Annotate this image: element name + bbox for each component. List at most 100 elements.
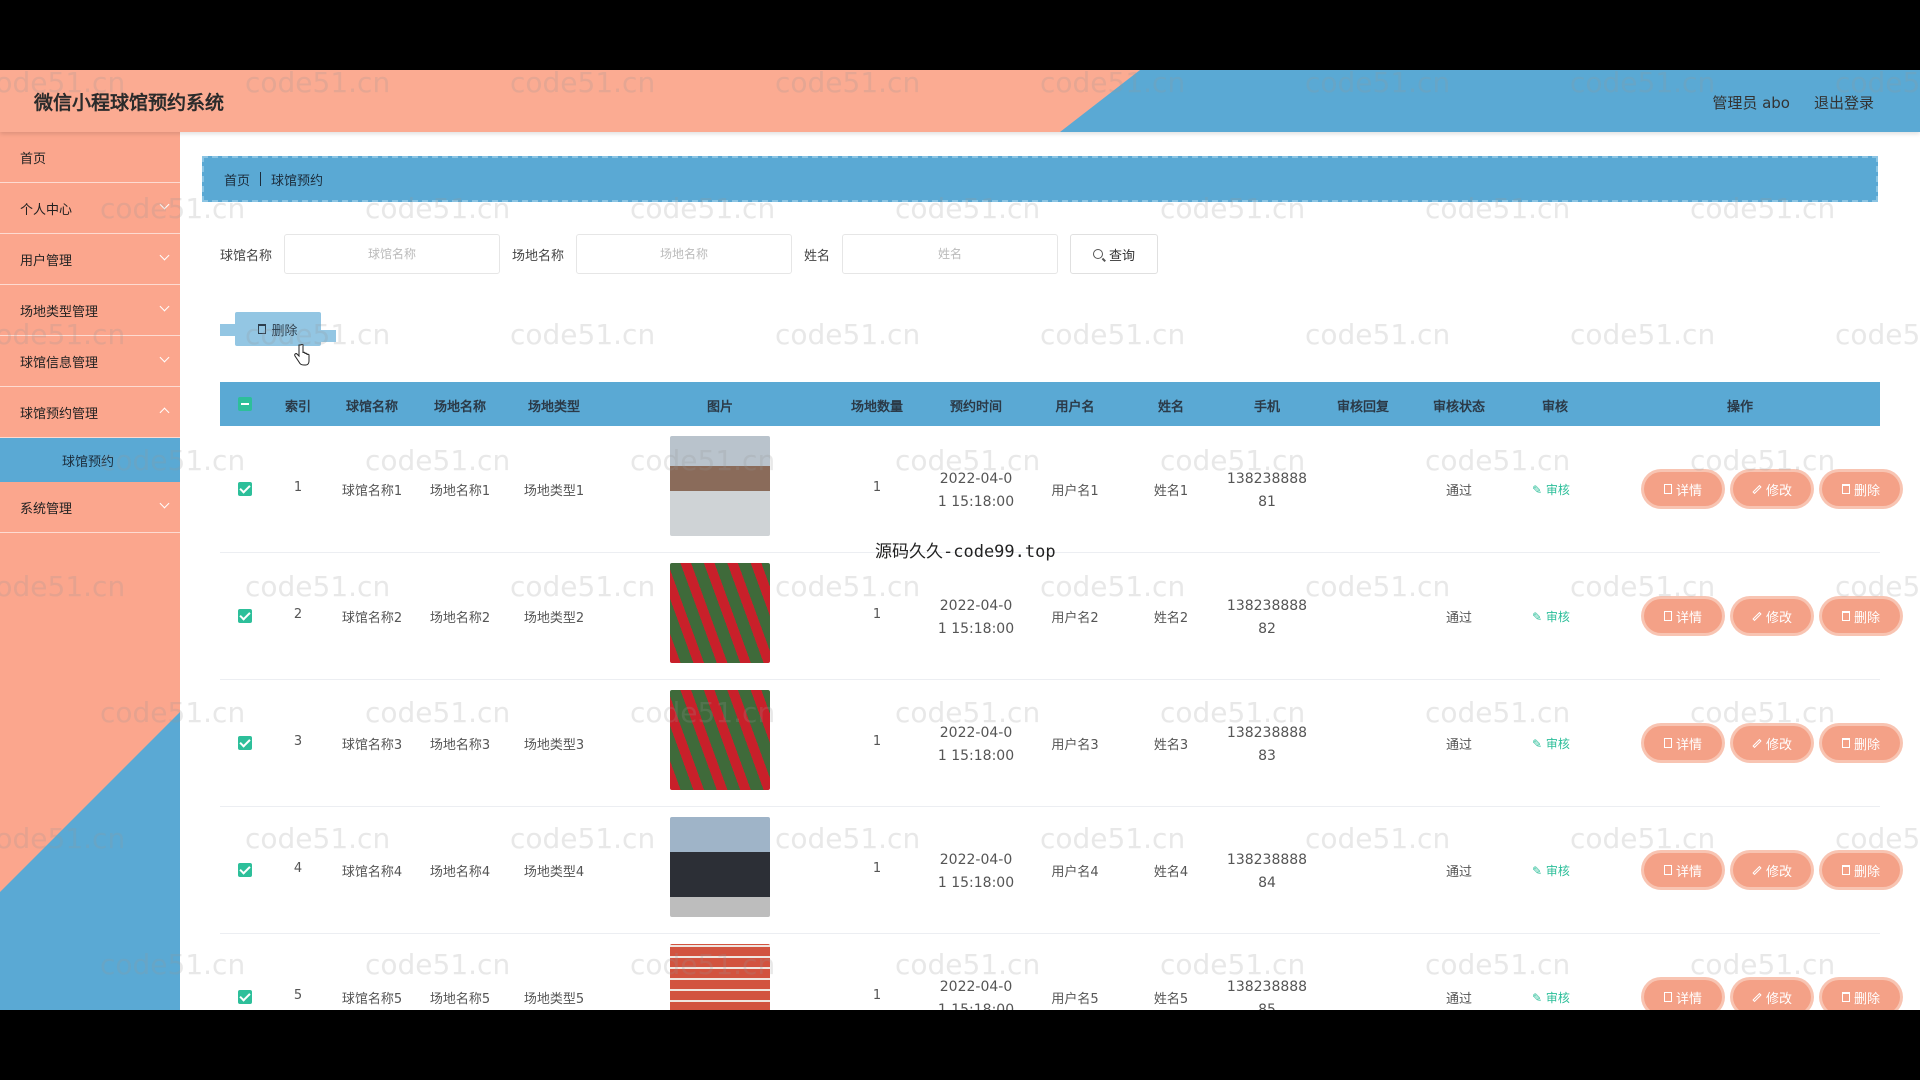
cell-name: 姓名5	[1153, 992, 1189, 1007]
delete-button[interactable]: 删除	[1822, 980, 1900, 1010]
cell-count: 1	[872, 861, 882, 876]
col-header-audit: 审核	[1541, 400, 1568, 415]
table-row[interactable]: 5 球馆名称5 场地名称5 场地类型5 1 2022-04-0 1 15:18:…	[220, 934, 1900, 1010]
table-row[interactable]: 4 球馆名称4 场地名称4 场地类型4 1 2022-04-0 1 15:18:…	[220, 807, 1900, 934]
detail-button[interactable]: 详情	[1644, 726, 1722, 760]
bulk-delete-button[interactable]: 删除	[235, 312, 321, 346]
col-header-status: 审核状态	[1432, 400, 1485, 415]
delete-button[interactable]: 删除	[1822, 472, 1900, 506]
col-header-username: 用户名	[1055, 400, 1095, 415]
cell-field: 场地名称2	[429, 611, 491, 626]
cell-phone: 138238888 85	[1222, 976, 1312, 1010]
detail-button[interactable]: 详情	[1644, 980, 1722, 1010]
cell-phone-line2: 84	[1258, 875, 1276, 891]
breadcrumb-home[interactable]: 首页	[224, 170, 250, 189]
select-all-checkbox[interactable]	[238, 397, 252, 411]
cell-time: 2022-04-0 1 15:18:00	[928, 722, 1024, 768]
sidebar-item-user-management[interactable]: 用户管理	[0, 234, 180, 285]
logout-link[interactable]: 退出登录	[1814, 92, 1874, 113]
field-name-input[interactable]	[576, 234, 793, 274]
detail-button-label: 详情	[1675, 737, 1702, 753]
row-checkbox[interactable]	[238, 482, 252, 496]
edit-button[interactable]: 修改	[1733, 726, 1811, 760]
audit-link[interactable]: ✎ 审核	[1532, 989, 1570, 1006]
cell-venue: 球馆名称3	[341, 738, 403, 753]
table-row[interactable]: 1 球馆名称1 场地名称1 场地类型1 1 2022-04-0 1 15:18:…	[220, 426, 1900, 553]
edit-pen-icon: ✎	[1532, 864, 1543, 878]
sidebar-item-home[interactable]: 首页	[0, 132, 180, 183]
cell-status: 通过	[1445, 484, 1472, 499]
bulk-delete-label: 删除	[271, 323, 298, 339]
table-row[interactable]: 3 球馆名称3 场地名称3 场地类型3 1 2022-04-0 1 15:18:…	[220, 680, 1900, 807]
cell-index: 2	[293, 607, 303, 622]
audit-link-label: 审核	[1545, 483, 1570, 497]
cell-phone-line1: 138238888	[1226, 852, 1308, 868]
audit-link[interactable]: ✎ 审核	[1532, 608, 1570, 625]
cell-image[interactable]	[670, 563, 770, 663]
sidebar-item-system-management[interactable]: 系统管理	[0, 482, 180, 533]
audit-link-label: 审核	[1545, 864, 1570, 878]
document-icon	[1663, 484, 1672, 494]
cell-image[interactable]	[670, 690, 770, 790]
cell-name: 姓名4	[1153, 865, 1189, 880]
cell-count: 1	[872, 480, 882, 495]
edit-button[interactable]: 修改	[1733, 980, 1811, 1010]
audit-link[interactable]: ✎ 审核	[1532, 481, 1570, 498]
query-button[interactable]: 查询	[1070, 234, 1159, 274]
edit-button-label: 修改	[1765, 864, 1792, 880]
delete-button[interactable]: 删除	[1822, 853, 1900, 887]
col-header-name: 姓名	[1157, 400, 1184, 415]
detail-button[interactable]: 详情	[1644, 853, 1722, 887]
sidebar-item-label: 首页	[20, 151, 47, 167]
trash-icon	[1841, 611, 1850, 621]
detail-button[interactable]: 详情	[1644, 599, 1722, 633]
person-name-input[interactable]	[842, 234, 1059, 274]
edit-button[interactable]: 修改	[1733, 853, 1811, 887]
cell-phone-line2: 81	[1258, 494, 1276, 510]
delete-button-label: 删除	[1853, 483, 1880, 499]
chevron-down-icon	[159, 301, 170, 312]
sidebar-subitem-venue-booking[interactable]: 球馆预约	[0, 438, 180, 482]
search-bar: 球馆名称 场地名称 姓名 查询	[220, 234, 1159, 274]
cell-count: 1	[872, 988, 882, 1003]
sidebar-item-label: 系统管理	[20, 501, 73, 517]
venue-name-input[interactable]	[284, 234, 501, 274]
cell-field: 场地名称4	[429, 865, 491, 880]
sidebar-item-venue-info-management[interactable]: 球馆信息管理	[0, 336, 180, 387]
cell-phone-line1: 138238888	[1226, 471, 1308, 487]
cell-phone: 138238888 84	[1222, 849, 1312, 895]
cell-time: 2022-04-0 1 15:18:00	[928, 976, 1024, 1010]
audit-link[interactable]: ✎ 审核	[1532, 735, 1570, 752]
table-row[interactable]: 2 球馆名称2 场地名称2 场地类型2 1 2022-04-0 1 15:18:…	[220, 553, 1900, 680]
edit-icon	[1752, 865, 1762, 875]
cell-phone-line2: 82	[1258, 621, 1276, 637]
cell-phone-line1: 138238888	[1226, 979, 1308, 995]
cell-username: 用户名1	[1051, 484, 1099, 499]
delete-button[interactable]: 删除	[1822, 726, 1900, 760]
edit-button[interactable]: 修改	[1733, 472, 1811, 506]
admin-user-label[interactable]: 管理员 abo	[1712, 92, 1790, 113]
delete-button[interactable]: 删除	[1822, 599, 1900, 633]
cell-image[interactable]	[670, 944, 770, 1010]
edit-button[interactable]: 修改	[1733, 599, 1811, 633]
cell-time-line2: 1 15:18:00	[937, 748, 1015, 764]
header-user-area: 管理员 abo 退出登录	[1712, 92, 1874, 113]
breadcrumb: 首页 球馆预约	[202, 156, 1878, 202]
cell-phone: 138238888 81	[1222, 468, 1312, 514]
audit-link[interactable]: ✎ 审核	[1532, 862, 1570, 879]
row-checkbox[interactable]	[238, 863, 252, 877]
cell-image[interactable]	[670, 817, 770, 917]
sidebar-item-personal-center[interactable]: 个人中心	[0, 183, 180, 234]
sidebar-item-field-type-management[interactable]: 场地类型管理	[0, 285, 180, 336]
detail-button[interactable]: 详情	[1644, 472, 1722, 506]
cell-image[interactable]	[670, 436, 770, 536]
cell-count: 1	[872, 607, 882, 622]
sidebar-item-venue-booking-management[interactable]: 球馆预约管理	[0, 387, 180, 438]
field-name-label: 场地名称	[512, 248, 565, 264]
row-checkbox[interactable]	[238, 609, 252, 623]
edit-button-label: 修改	[1765, 483, 1792, 499]
row-checkbox[interactable]	[238, 736, 252, 750]
cell-status: 通过	[1445, 738, 1472, 753]
row-checkbox[interactable]	[238, 990, 252, 1004]
edit-icon	[1752, 484, 1762, 494]
